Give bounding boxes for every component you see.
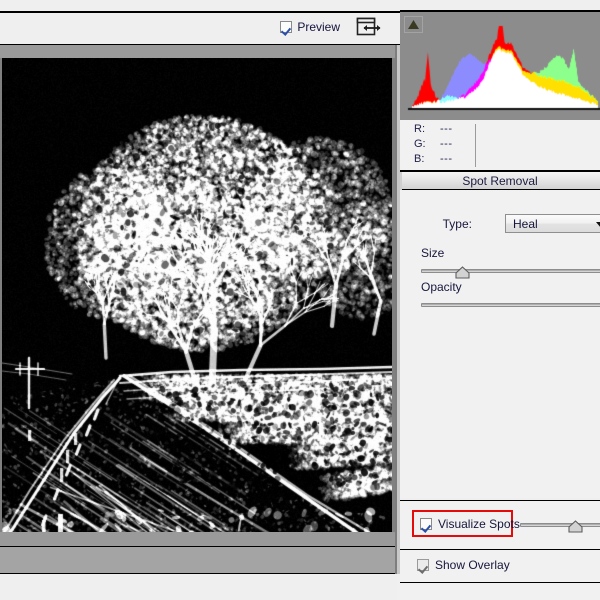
filmstrip-band <box>0 547 397 573</box>
histogram[interactable] <box>400 12 600 120</box>
photo-preview[interactable] <box>2 58 392 533</box>
b-label: B: <box>414 153 424 165</box>
readout-divider <box>475 124 476 167</box>
canvas-area[interactable] <box>0 45 400 532</box>
show-overlay-divider-bottom <box>400 582 600 583</box>
window-bottom-fill <box>0 574 397 600</box>
camera-raw-window: Preview <box>0 0 600 600</box>
type-selected-value: Heal <box>513 217 538 231</box>
visualize-spots-toggle[interactable]: Visualize Spots <box>420 517 520 531</box>
toolbar-strip <box>0 0 400 11</box>
visualize-spots-threshold-slider[interactable] <box>520 520 600 529</box>
right-panel: R: --- G: --- B: --- Spot Removal Type: … <box>400 0 600 600</box>
type-row: Type: Heal <box>400 214 600 234</box>
g-label: G: <box>414 138 426 150</box>
show-overlay-label: Show Overlay <box>435 558 510 572</box>
visualize-spots-slider-handle[interactable] <box>568 520 583 533</box>
preview-toggle[interactable]: Preview <box>280 20 340 34</box>
show-overlay-row: Show Overlay <box>400 550 600 600</box>
r-value: --- <box>440 123 453 135</box>
show-overlay-toggle[interactable]: Show Overlay <box>417 558 510 572</box>
g-value: --- <box>440 138 453 150</box>
chevron-down-icon <box>596 222 600 228</box>
spot-removal-controls: Type: Heal Size Opacity <box>400 190 600 498</box>
visualize-spots-row: Visualize Spots <box>400 501 600 549</box>
opacity-label: Opacity <box>421 280 462 294</box>
size-label: Size <box>421 246 444 260</box>
rgb-readout: R: --- G: --- B: --- <box>400 120 600 170</box>
canvas-bottom-band <box>0 532 397 546</box>
before-after-toggle-icon[interactable] <box>356 16 382 38</box>
size-slider[interactable] <box>421 266 600 275</box>
photo-frame <box>0 58 395 535</box>
shadow-clipping-triangle-icon[interactable] <box>404 16 423 33</box>
visualize-spots-label: Visualize Spots <box>438 517 520 531</box>
type-dropdown[interactable]: Heal <box>505 214 600 233</box>
opacity-slider[interactable] <box>421 300 600 309</box>
panel-top-strip <box>400 0 600 10</box>
image-pane: Preview <box>0 0 400 600</box>
r-label: R: <box>414 123 425 135</box>
show-overlay-checkbox[interactable] <box>417 559 429 571</box>
size-slider-handle[interactable] <box>455 266 470 279</box>
option-bar <box>0 13 400 45</box>
b-value: --- <box>440 153 453 165</box>
preview-checkbox[interactable] <box>280 21 292 33</box>
opacity-slider-track <box>421 303 600 307</box>
preview-label: Preview <box>297 20 340 34</box>
section-title: Spot Removal <box>462 174 537 188</box>
spot-removal-section-header[interactable]: Spot Removal <box>400 172 600 189</box>
type-label: Type: <box>443 217 472 231</box>
visualize-spots-checkbox[interactable] <box>420 518 432 530</box>
size-slider-track <box>421 269 600 273</box>
visualize-spots-slider-track <box>520 523 600 527</box>
